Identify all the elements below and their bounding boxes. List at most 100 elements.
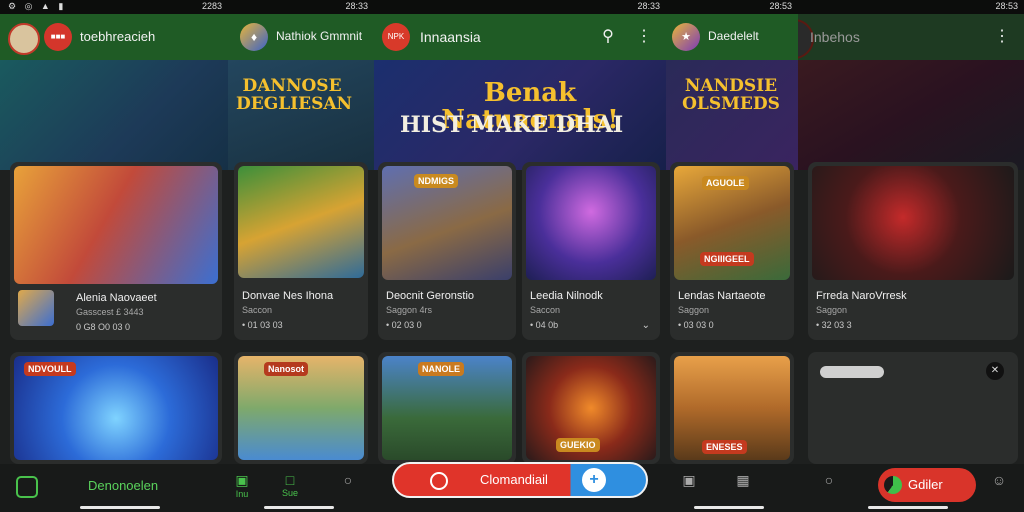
- game-card[interactable]: NDMIGS Deocnit Geronstio Saggon 4rs • 02…: [378, 162, 516, 340]
- nav-item[interactable]: ☺: [984, 472, 1014, 488]
- game-subbadge: NGIIIGEEL: [700, 252, 754, 266]
- game-card[interactable]: ENESES: [670, 352, 794, 464]
- game-title: Lendas Nartaeote: [678, 290, 766, 302]
- create-button-label: Clomandiail: [480, 472, 548, 487]
- channel-logo-icon[interactable]: ■■■: [44, 23, 72, 51]
- bottom-nav: ○ Gdiler ☺: [798, 464, 1024, 512]
- gesture-bar[interactable]: [264, 506, 334, 509]
- game-subtitle: Saccon: [242, 305, 273, 315]
- game-badge: NANOLE: [418, 362, 464, 376]
- games-icon: ▦: [736, 472, 750, 488]
- game-thumbnail: [238, 166, 364, 278]
- app-bar: ★ Daedelelt: [666, 14, 798, 60]
- logo-icon: [820, 366, 884, 378]
- game-badge: NDMIGS: [414, 174, 458, 188]
- game-card[interactable]: ✕: [808, 352, 1018, 464]
- game-card[interactable]: Nanosot: [234, 352, 368, 464]
- app-bar: ⚲ ♦ Nathiok Gmmnit: [228, 14, 374, 60]
- refresh-icon: [430, 472, 448, 490]
- gesture-bar[interactable]: [694, 506, 764, 509]
- hero-banner[interactable]: NANDSIE OLSMEDS: [666, 60, 798, 170]
- status-time: 2283: [201, 1, 222, 11]
- status-icons: ⚙ ◎ ▲ ▮: [8, 1, 67, 11]
- bottom-nav: ▣ Inu □ Sue ○: [228, 464, 374, 512]
- nav-item[interactable]: □ Sue: [270, 472, 310, 498]
- screen-one: ⚙ ◎ ▲ ▮ 2283 ■■■ toebhreacieh Alenia Nao…: [0, 0, 228, 512]
- game-badge: Nanosot: [264, 362, 308, 376]
- game-card[interactable]: NANOLE: [378, 352, 516, 464]
- hero-banner[interactable]: [798, 60, 1024, 170]
- bottom-nav: Denonoelen: [0, 464, 228, 512]
- app-title: Daedelelt: [708, 29, 759, 43]
- game-thumbnail: [526, 166, 656, 280]
- nav-item[interactable]: ○: [814, 472, 844, 488]
- game-subtitle: Saggon: [678, 305, 710, 315]
- game-card[interactable]: GUEKIO: [522, 352, 660, 464]
- library-icon: ▣: [235, 472, 249, 488]
- game-subtitle: Gasscest £ 3443: [76, 307, 144, 317]
- edit-button[interactable]: Gdiler: [878, 468, 976, 502]
- hero-banner[interactable]: Benak Natuaonals! HIST MAKE DHAI: [374, 60, 666, 170]
- banner-headline: DANNOSE DEGLIESAN: [236, 76, 353, 114]
- game-card[interactable]: Frreda NaroVrresk Saggon • 32 03 3: [808, 162, 1018, 340]
- nav-item[interactable]: ▣: [674, 472, 704, 489]
- app-logo-icon[interactable]: NPK: [382, 23, 410, 51]
- game-meta: • 32 03 3: [816, 320, 852, 330]
- game-card[interactable]: Donvae Nes Ihona Saccon • 01 03 03: [234, 162, 368, 340]
- screen-four: 28:53 ★ Daedelelt NANDSIE OLSMEDS AGUOLE…: [666, 0, 798, 512]
- gesture-bar[interactable]: [868, 506, 948, 509]
- close-icon[interactable]: ✕: [986, 362, 1004, 380]
- game-badge: ENESES: [702, 440, 747, 454]
- search-icon[interactable]: ⚲: [598, 27, 618, 47]
- banner-headline: NANDSIE OLSMEDS: [682, 76, 780, 114]
- screen-three: 28:33 NPK Innaansia ⚲ ⋮ Benak Natuaonals…: [374, 0, 666, 512]
- game-meta: • 01 03 03: [242, 320, 283, 330]
- game-subtitle: Saccon: [530, 305, 561, 315]
- gesture-bar[interactable]: [80, 506, 160, 509]
- games-icon: □: [285, 472, 295, 488]
- game-meta: • 04 0b: [530, 320, 559, 330]
- more-icon[interactable]: ⋮: [634, 27, 654, 47]
- nav-item[interactable]: ▣ Inu: [228, 472, 262, 499]
- nav-item[interactable]: ▦: [728, 472, 758, 489]
- game-card[interactable]: Alenia Naovaeet Gasscest £ 3443 0 G8 O0 …: [10, 162, 222, 340]
- edit-button-label: Gdiler: [908, 477, 943, 492]
- game-card[interactable]: NDVOULL: [10, 352, 222, 464]
- app-title: Inbehos: [810, 29, 860, 45]
- app-bar: ■■■ toebhreacieh: [0, 14, 228, 60]
- status-bar: 28:53: [666, 0, 798, 14]
- game-title: Donvae Nes Ihona: [242, 290, 334, 302]
- home-icon[interactable]: [16, 476, 38, 498]
- create-button[interactable]: Clomandiail +: [392, 462, 648, 498]
- bottom-nav: ▣ ▦: [666, 464, 798, 512]
- game-card[interactable]: AGUOLE NGIIIGEEL Lendas Nartaeote Saggon…: [670, 162, 794, 340]
- status-time: 28:33: [637, 1, 660, 11]
- game-card[interactable]: Leedia Nilnodk Saccon • 04 0b ⌄: [522, 162, 660, 340]
- game-thumbnail: [14, 166, 218, 284]
- search-icon: ○: [824, 472, 834, 488]
- screen-five: 28:53 Inbehos ⋮ Frreda NaroVrresk Saggon…: [798, 0, 1024, 512]
- chevron-down-icon[interactable]: ⌄: [642, 320, 650, 331]
- app-logo-icon[interactable]: ♦: [240, 23, 268, 51]
- nav-label[interactable]: Denonoelen: [88, 478, 158, 493]
- game-thumbnail: [812, 166, 1014, 280]
- status-time: 28:33: [345, 1, 368, 11]
- app-title: Innaansia: [420, 29, 481, 45]
- more-icon[interactable]: ⋮: [992, 27, 1012, 47]
- nav-item[interactable]: ○: [328, 472, 368, 488]
- status-bar: ⚙ ◎ ▲ ▮ 2283: [0, 0, 228, 14]
- game-badge: NDVOULL: [24, 362, 76, 376]
- app-logo-icon[interactable]: [8, 23, 40, 55]
- game-subtitle: Saggon 4rs: [386, 305, 433, 315]
- add-icon[interactable]: +: [582, 468, 606, 492]
- edit-icon: [884, 476, 902, 494]
- profile-icon: ○: [343, 472, 353, 488]
- game-subtitle: Saggon: [816, 305, 848, 315]
- banner-subline: HIST MAKE DHAI: [400, 112, 624, 138]
- game-badge: AGUOLE: [702, 176, 749, 190]
- status-bar: 28:33: [228, 0, 374, 14]
- hero-banner[interactable]: [0, 60, 228, 170]
- game-title: Alenia Naovaeet: [76, 292, 157, 304]
- app-logo-icon[interactable]: ★: [672, 23, 700, 51]
- game-title: Leedia Nilnodk: [530, 290, 603, 302]
